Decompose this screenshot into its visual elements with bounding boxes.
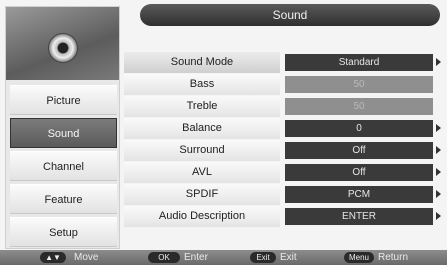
arrow-right-icon[interactable] <box>436 168 441 176</box>
tv-menu-screen: Sound Picture Sound Channel Feature Setu… <box>0 0 447 265</box>
sound-settings-list: Sound Mode Standard Bass 50 Treble 50 Ba… <box>120 30 447 252</box>
speaker-icon <box>48 33 78 63</box>
sidebar: Picture Sound Channel Feature Setup <box>5 6 120 249</box>
sidebar-item-picture[interactable]: Picture <box>10 85 117 115</box>
setting-label: SPDIF <box>124 184 280 205</box>
setting-label: Surround <box>124 140 280 161</box>
setting-row-balance[interactable]: Balance 0 <box>120 118 447 139</box>
setting-value[interactable]: PCM <box>285 186 433 203</box>
hint-bar: ▲▼ Move OK Enter Exit Exit Menu Return <box>0 250 447 265</box>
hint-exit: Exit <box>280 252 297 263</box>
menu-title: Sound <box>140 4 440 26</box>
setting-value[interactable]: ENTER <box>285 208 433 225</box>
setting-row-avl[interactable]: AVL Off <box>120 162 447 183</box>
setting-label: Treble <box>124 96 280 117</box>
hint-move: Move <box>74 252 99 263</box>
sidebar-item-channel[interactable]: Channel <box>10 151 117 181</box>
setting-value: 50 <box>285 98 433 115</box>
setting-label: Audio Description <box>124 206 280 227</box>
setting-value[interactable]: Off <box>285 164 433 181</box>
setting-value[interactable]: 0 <box>285 120 433 137</box>
arrow-right-icon[interactable] <box>436 124 441 132</box>
setting-value[interactable]: Off <box>285 142 433 159</box>
sidebar-item-feature[interactable]: Feature <box>10 184 117 214</box>
arrow-right-icon[interactable] <box>436 190 441 198</box>
setting-value: 50 <box>285 76 433 93</box>
setting-row-spdif[interactable]: SPDIF PCM <box>120 184 447 205</box>
setting-label: Sound Mode <box>124 52 280 73</box>
setting-row-audio-description[interactable]: Audio Description ENTER <box>120 206 447 227</box>
sidebar-item-sound[interactable]: Sound <box>10 118 117 148</box>
sidebar-header <box>6 7 119 80</box>
arrow-right-icon[interactable] <box>436 212 441 220</box>
ok-key-icon: OK <box>148 252 180 263</box>
hint-enter: Enter <box>184 252 208 263</box>
setting-value[interactable]: Standard <box>285 54 433 71</box>
arrow-right-icon[interactable] <box>436 146 441 154</box>
setting-row-sound-mode[interactable]: Sound Mode Standard <box>120 52 447 73</box>
sidebar-item-setup[interactable]: Setup <box>10 217 117 247</box>
setting-label: Bass <box>124 74 280 95</box>
arrow-right-icon[interactable] <box>436 58 441 66</box>
menu-key-icon: Menu <box>344 252 374 263</box>
setting-row-bass[interactable]: Bass 50 <box>120 74 447 95</box>
setting-row-surround[interactable]: Surround Off <box>120 140 447 161</box>
hint-return: Return <box>378 252 409 263</box>
setting-label: Balance <box>124 118 280 139</box>
setting-row-treble[interactable]: Treble 50 <box>120 96 447 117</box>
updown-key-icon: ▲▼ <box>40 252 66 263</box>
exit-key-icon: Exit <box>250 252 276 263</box>
setting-label: AVL <box>124 162 280 183</box>
